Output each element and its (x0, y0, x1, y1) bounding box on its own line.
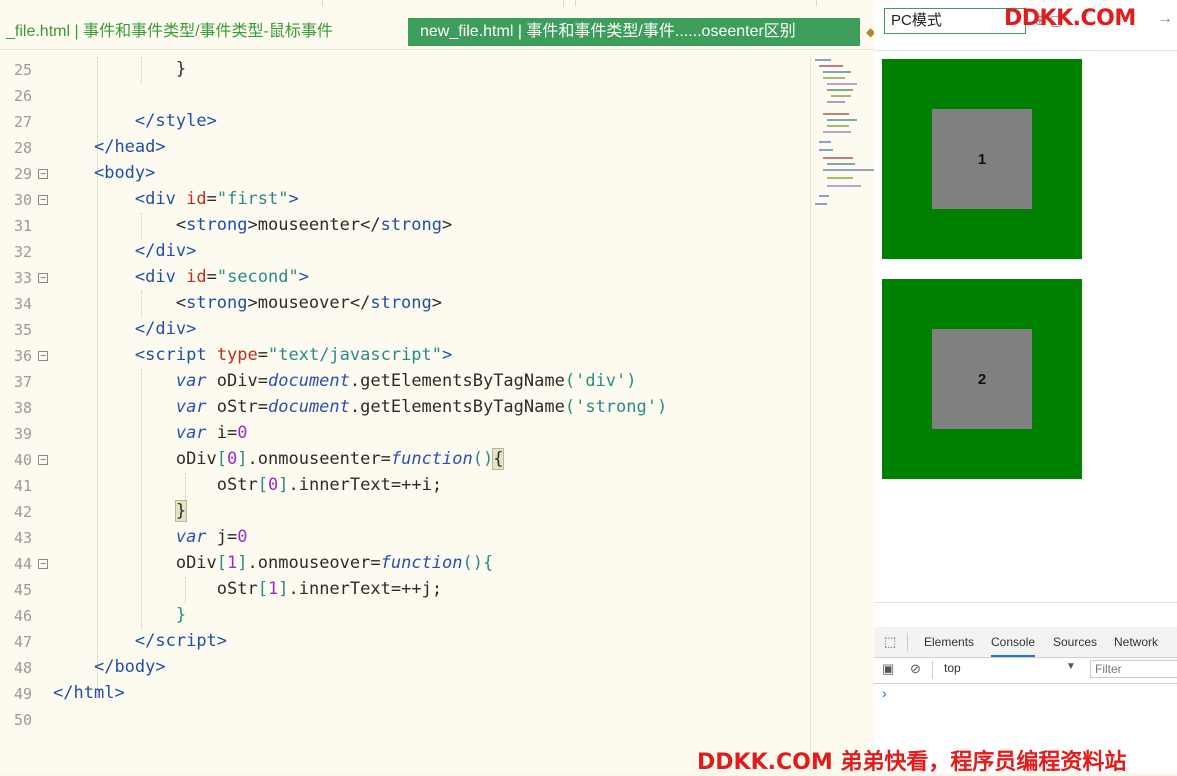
line-number: 35 (13, 321, 32, 339)
line-number: 43 (13, 529, 32, 547)
code-line: 42 } (0, 499, 812, 525)
line-number: 33 (13, 269, 32, 287)
code-minimap[interactable] (810, 57, 874, 772)
editor-tab-new-file-active[interactable]: new_file.html | 事件和事件类型/事件......oseenter… (408, 18, 860, 46)
console-prompt[interactable]: › (882, 685, 887, 701)
fold-toggle-icon[interactable]: − (38, 351, 48, 361)
code-line: 26 (0, 83, 812, 109)
line-number: 31 (13, 217, 32, 235)
line-number: 36 (13, 347, 32, 365)
console-filter-input[interactable] (1090, 660, 1177, 678)
line-number: 50 (13, 711, 32, 729)
inspect-element-icon[interactable]: ⬚ (884, 634, 896, 650)
code-area[interactable]: 25 } 26 27 </style> 28 </head> 29− <body… (0, 57, 812, 733)
line-number: 30 (13, 191, 32, 209)
context-selector[interactable]: top (944, 661, 961, 675)
code-line: 46 } (0, 603, 812, 629)
toolbar-divider (932, 661, 933, 679)
code-line: 41 oStr[0].innerText=++i; (0, 473, 812, 499)
line-number: 26 (13, 87, 32, 105)
counter-label-1: 1 (977, 150, 987, 168)
code-line: 36− <script type="text/javascript"> (0, 343, 812, 369)
code-line: 34 <strong>mouseover</strong> (0, 291, 812, 317)
line-number: 44 (13, 555, 32, 573)
code-line: 29− <body> (0, 161, 812, 187)
line-number: 29 (13, 165, 32, 183)
tab-divider (907, 633, 908, 651)
fold-toggle-icon[interactable]: − (38, 559, 48, 569)
code-line: 40− oDiv[0].onmouseenter=function(){ (0, 447, 812, 473)
forward-arrow-icon[interactable]: → (1157, 10, 1173, 28)
code-line: 38 var oStr=document.getElementsByTagNam… (0, 395, 812, 421)
code-line: 33− <div id="second"> (0, 265, 812, 291)
tab-overflow-arrow-icon[interactable]: ◆ (866, 25, 874, 39)
line-number: 27 (13, 113, 32, 131)
browser-toolbar-divider (874, 50, 1177, 51)
counter-box-1[interactable]: 1 (932, 109, 1032, 209)
tab-strip-top (0, 0, 874, 6)
code-line: 25 } (0, 57, 812, 83)
devtools-tab-bar: ⬚ Elements Console Sources Network (874, 627, 1177, 658)
fold-toggle-icon[interactable]: − (38, 455, 48, 465)
line-number: 28 (13, 139, 32, 157)
code-line: 35 </div> (0, 317, 812, 343)
code-line: 31 <strong>mouseenter</strong> (0, 213, 812, 239)
line-number: 47 (13, 633, 32, 651)
line-number: 25 (13, 61, 32, 79)
tab-divider (0, 49, 874, 50)
code-line: 39 var i=0 (0, 421, 812, 447)
code-line: 50 (0, 707, 812, 733)
fold-toggle-icon[interactable]: − (38, 195, 48, 205)
editor-tab-file[interactable]: _file.html | 事件和事件类型/事件类型-鼠标事件 (6, 18, 333, 46)
second-div-box[interactable]: 2 (882, 279, 1082, 479)
line-number: 46 (13, 607, 32, 625)
code-line: 47 </script> (0, 629, 812, 655)
code-line: 49 </html> (0, 681, 812, 707)
line-number: 37 (13, 373, 32, 391)
code-line: 30− <div id="first"> (0, 187, 812, 213)
tab-elements[interactable]: Elements (924, 635, 974, 649)
line-number: 34 (13, 295, 32, 313)
code-line: 44− oDiv[1].onmouseover=function(){ (0, 551, 812, 577)
line-number: 39 (13, 425, 32, 443)
code-line: 28 </head> (0, 135, 812, 161)
sidebar-toggle-icon[interactable]: ▣ (882, 661, 894, 677)
line-number: 38 (13, 399, 32, 417)
code-line: 43 var j=0 (0, 525, 812, 551)
code-line: 48 </body> (0, 655, 812, 681)
tab-console[interactable]: Console (991, 635, 1036, 657)
line-number: 40 (13, 451, 32, 469)
line-number: 32 (13, 243, 32, 261)
line-number: 48 (13, 659, 32, 677)
code-line: 37 var oDiv=document.getElementsByTagNam… (0, 369, 812, 395)
watermark-bottom: DDKK.COM 弟弟快看，程序员编程资料站 (697, 750, 1127, 775)
counter-label-2: 2 (977, 370, 987, 388)
code-line: 32 </div> (0, 239, 812, 265)
clear-console-icon[interactable]: ⊘ (910, 661, 921, 677)
watermark-top: DDKK.COM (1004, 6, 1136, 31)
line-number: 45 (13, 581, 32, 599)
first-div-box[interactable]: 1 (882, 59, 1082, 259)
browser-preview[interactable]: PC模式 ⊕ ▢ → 1 2 (874, 0, 1177, 602)
code-line: 45 oStr[1].innerText=++j; (0, 577, 812, 603)
console-toolbar: ▣ ⊘ top ▼ (874, 657, 1177, 684)
line-number: 41 (13, 477, 32, 495)
fold-toggle-icon[interactable]: − (38, 169, 48, 179)
counter-box-2[interactable]: 2 (932, 329, 1032, 429)
line-number: 42 (13, 503, 32, 521)
tab-network[interactable]: Network (1114, 635, 1158, 649)
chevron-down-icon[interactable]: ▼ (1066, 661, 1076, 672)
code-editor[interactable]: _file.html | 事件和事件类型/事件类型-鼠标事件 new_file.… (0, 0, 874, 772)
tab-sources[interactable]: Sources (1053, 635, 1097, 649)
line-number: 49 (13, 685, 32, 703)
code-line: 27 </style> (0, 109, 812, 135)
fold-toggle-icon[interactable]: − (38, 273, 48, 283)
